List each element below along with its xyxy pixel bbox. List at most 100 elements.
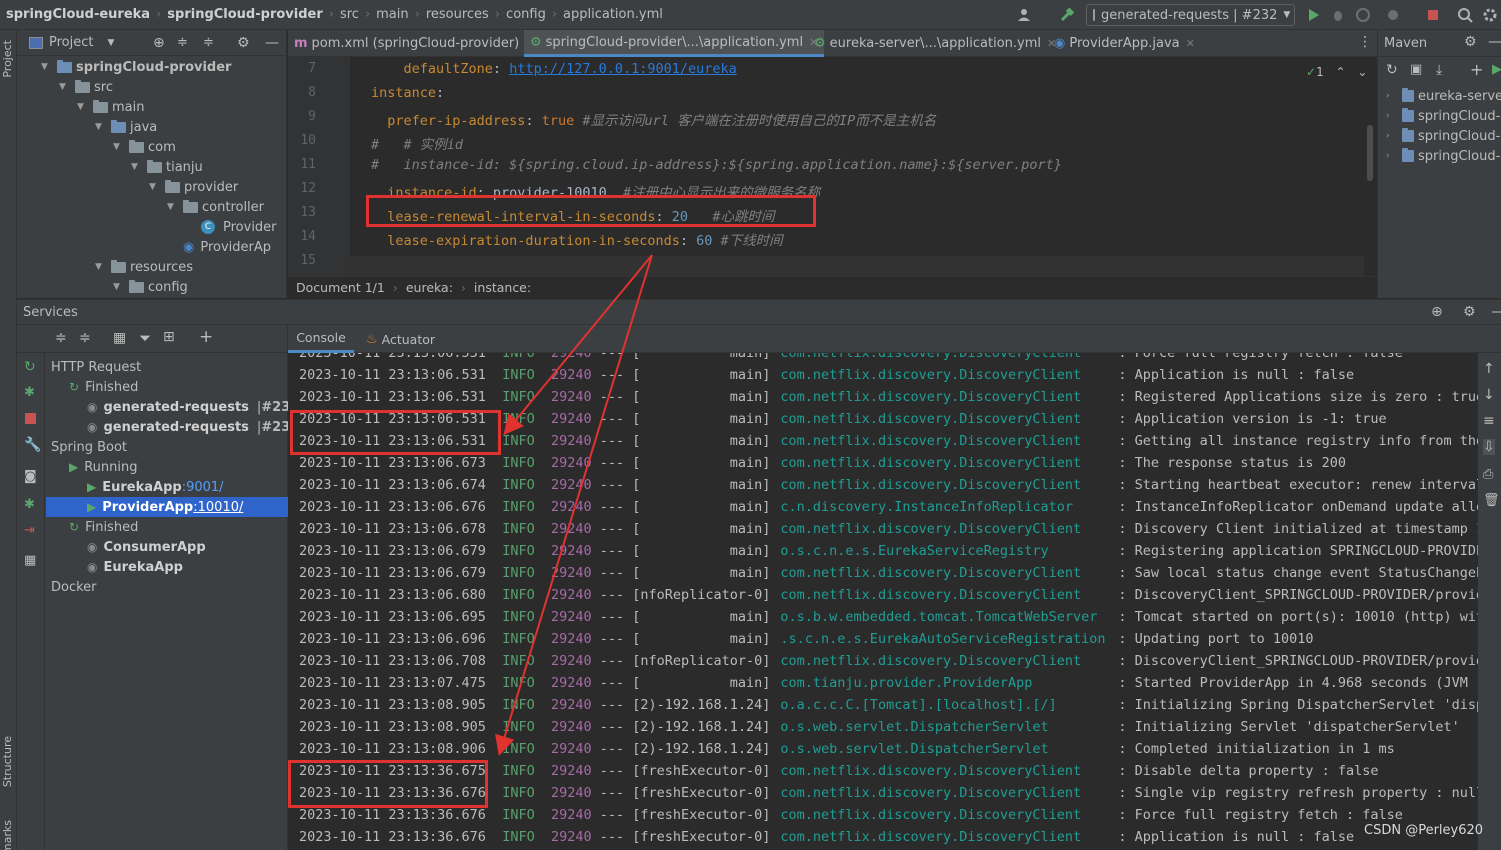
stop-icon[interactable] [25, 413, 36, 424]
service-item[interactable]: ▶ Running [69, 457, 138, 477]
chevron-right-icon[interactable]: › [1386, 131, 1396, 141]
tree-item[interactable]: ▼ java [95, 117, 157, 137]
maven-project-item[interactable]: › springCloud-e [1386, 126, 1501, 146]
service-item[interactable]: HTTP Request [51, 357, 141, 377]
search-icon[interactable] [1457, 7, 1473, 23]
exit-icon[interactable]: ⇥ [24, 523, 35, 538]
inspection-widget[interactable]: ✓1 ⌃ ⌄ [1306, 65, 1367, 79]
print-icon[interactable]: ⎙ [1483, 467, 1493, 482]
code-line[interactable]: # instance-id: ${spring.cloud.ip-address… [371, 157, 1062, 173]
tree-item[interactable]: ▼ tianju [131, 157, 203, 177]
download-icon[interactable]: ⤓ [1436, 62, 1442, 78]
project-tool-button[interactable]: Project [1, 40, 14, 78]
project-panel-title[interactable]: Project [49, 35, 93, 50]
bookmarks-tool-button[interactable]: marks [1, 820, 14, 850]
service-port-link[interactable]: :10010/ [193, 500, 243, 515]
gear-icon[interactable]: ⚙ [1463, 304, 1476, 320]
chevron-down-icon[interactable]: ▼ [149, 182, 159, 192]
close-icon[interactable]: ✕ [1186, 37, 1195, 50]
add-folder-icon[interactable]: ▣ [1410, 62, 1422, 77]
service-item[interactable]: ↻ Finished [69, 377, 138, 397]
tree-item[interactable]: ▼ resources [95, 257, 193, 277]
soft-wrap-icon[interactable]: ≡ [1483, 413, 1495, 429]
breadcrumb-item[interactable]: resources [426, 7, 489, 22]
gear-icon[interactable]: ⚙ [237, 35, 250, 51]
chevron-right-icon[interactable]: › [1386, 151, 1396, 161]
locate-icon[interactable]: ⊕ [153, 35, 165, 51]
maven-project-item[interactable]: › springCloud-p [1386, 146, 1501, 166]
service-item[interactable]: ▶ ProviderApp:10010/ [87, 497, 243, 517]
filter-icon[interactable]: ⏷ [139, 329, 151, 347]
chevron-right-icon[interactable]: › [1386, 111, 1396, 121]
chevron-right-icon[interactable]: › [1386, 91, 1396, 101]
tree-item[interactable]: ▼ src [59, 77, 113, 97]
service-port-link[interactable]: :9001/ [182, 480, 224, 495]
hide-icon[interactable]: — [1491, 304, 1501, 320]
group-by-icon[interactable]: ▦ [113, 330, 126, 346]
code-line[interactable]: instance: [371, 85, 444, 101]
more-tabs-icon[interactable]: ⋮ [1358, 34, 1372, 50]
tree-item[interactable]: ▼ provider [149, 177, 238, 197]
structure-tool-button[interactable]: Structure [1, 736, 14, 787]
breadcrumb-item[interactable]: springCloud-eureka [6, 7, 150, 22]
deploy-icon[interactable]: ✱ [24, 497, 35, 512]
chevron-down-icon[interactable]: ▼ [131, 162, 141, 172]
locate-icon[interactable]: ⊕ [1431, 304, 1443, 320]
tab-pom-xml[interactable]: mpom.xml (springCloud-provider)✕ [288, 30, 540, 57]
tree-item[interactable]: ▼ config [113, 277, 188, 297]
code-line[interactable]: lease-expiration-duration-in-seconds: 60… [371, 229, 782, 249]
breadcrumb-item[interactable]: main [376, 7, 408, 22]
chevron-down-icon[interactable]: ▼ [95, 262, 105, 272]
chevron-down-icon[interactable]: ▼ [167, 202, 177, 212]
new-tab-icon[interactable]: ⊞ [163, 329, 175, 345]
chevron-down-icon[interactable]: ▼ [107, 38, 114, 48]
arrow-down-icon[interactable]: ↓ [1483, 387, 1495, 403]
service-item[interactable]: ↻ Finished [69, 517, 138, 537]
gear-icon[interactable]: ⚙ [1464, 34, 1477, 50]
settings-icon[interactable] [1482, 7, 1498, 23]
trash-icon[interactable]: 🗑 [1483, 493, 1500, 508]
code-line[interactable]: defaultZone: http://127.0.0.1:9001/eurek… [371, 61, 737, 77]
wrench-icon[interactable]: 🔧 [24, 437, 41, 453]
tab-providerapp-java[interactable]: ◉ ProviderApp.java ✕ [1048, 30, 1201, 57]
tree-item[interactable]: ▼ com [113, 137, 176, 157]
breadcrumb-item[interactable]: springCloud-provider [167, 7, 322, 22]
run-icon[interactable]: ▶ [1492, 62, 1501, 77]
expand-all-icon[interactable]: ≑ [55, 330, 67, 346]
code-line[interactable]: # # 实例id [371, 133, 463, 153]
tree-item[interactable]: C Provider [185, 217, 277, 237]
tab-console[interactable]: Console [288, 325, 354, 353]
tab-application-yml-eureka[interactable]: ⚙ eureka-server\...\application.yml ✕ [808, 30, 1062, 57]
tree-item[interactable]: ▼ springCloud-provider [41, 57, 231, 77]
breadcrumb-item[interactable]: instance: [474, 280, 531, 295]
vcs-user-icon[interactable] [1016, 7, 1032, 23]
rerun-icon[interactable]: ↻ [24, 359, 36, 375]
run-icon[interactable] [1305, 7, 1321, 23]
service-item[interactable]: Docker [51, 577, 97, 597]
profile-icon[interactable] [1385, 7, 1401, 23]
hide-icon[interactable]: — [265, 35, 279, 51]
maven-project-item[interactable]: › eureka-server [1386, 86, 1501, 106]
breadcrumb-item[interactable]: eureka: [406, 280, 453, 295]
tab-actuator[interactable]: ♨ Actuator [366, 325, 435, 353]
camera-icon[interactable]: ◙ [24, 469, 37, 484]
tab-application-yml-provider[interactable]: ⚙ springCloud-provider\...\application.ym… [524, 30, 825, 57]
build-hammer-icon[interactable] [1060, 7, 1076, 23]
service-item[interactable]: ◉ EurekaApp [87, 557, 183, 577]
coverage-icon[interactable] [1355, 7, 1371, 23]
scroll-to-end-icon[interactable]: ⇩ [1483, 439, 1495, 455]
run-configuration-selector[interactable]: generated-requests | #232 ▼ [1086, 4, 1295, 26]
maven-project-item[interactable]: › springCloud-c [1386, 106, 1501, 126]
code-line[interactable]: prefer-ip-address: true #显示访问url 客户端在注册时… [371, 109, 936, 129]
add-icon[interactable]: + [1470, 60, 1483, 79]
chevron-down-icon[interactable]: ▼ [113, 282, 123, 292]
chevron-down-icon[interactable]: ▼ [41, 62, 51, 72]
debug-icon[interactable] [1330, 7, 1346, 23]
editor-scrollbar[interactable] [1367, 125, 1373, 181]
collapse-all-icon[interactable]: ≑ [79, 330, 91, 346]
tree-item[interactable]: ▼ controller [167, 197, 264, 217]
add-service-icon[interactable]: + [199, 327, 213, 347]
reload-icon[interactable]: ↻ [1386, 62, 1398, 78]
debug-icon[interactable]: ✱ [24, 385, 35, 400]
service-item[interactable]: Spring Boot [51, 437, 127, 457]
